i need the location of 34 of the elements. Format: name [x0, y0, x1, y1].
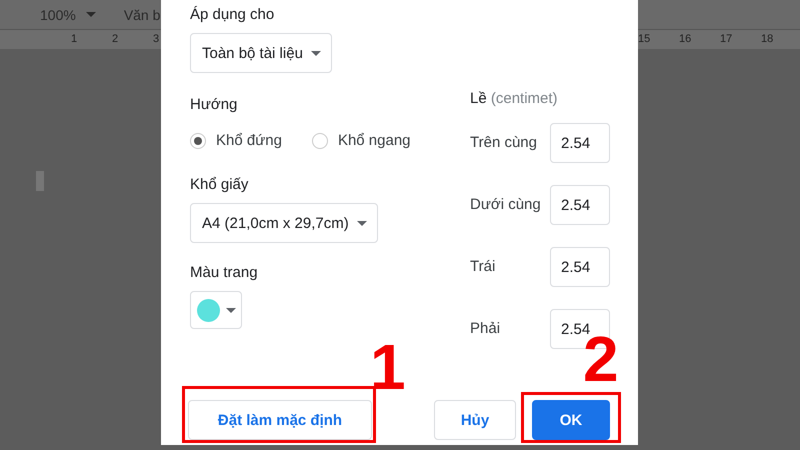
ruler-number: 15 — [638, 33, 650, 45]
radio-button[interactable] — [312, 132, 328, 148]
margin-label: Trái — [470, 258, 496, 276]
ruler-number: 1 — [71, 33, 78, 45]
apply-to-label: Áp dụng cho — [190, 6, 276, 24]
caret-icon — [86, 12, 96, 17]
step-number: 1 — [370, 335, 406, 399]
margin-input[interactable]: 2.54 — [550, 185, 610, 225]
ruler-number: 18 — [761, 33, 774, 45]
ruler-number: 17 — [720, 33, 732, 45]
radio-label: Khổ đứng — [216, 132, 282, 149]
caret-icon — [226, 308, 236, 312]
orientation-label: Hướng — [190, 96, 238, 114]
page-color-label: Màu trang — [190, 264, 259, 282]
radio-button[interactable] — [190, 132, 206, 148]
radio-label: Khổ ngang — [338, 132, 411, 149]
color-picker[interactable] — [190, 291, 242, 329]
caret-icon — [356, 220, 367, 226]
cancel-button[interactable]: Hủy — [434, 400, 516, 440]
paper-size-label: Khổ giấy — [190, 176, 250, 194]
set-default-button[interactable]: Đặt làm mặc định — [188, 400, 372, 440]
apply-to-dropdown[interactable]: Toàn bộ tài liệu — [190, 33, 332, 73]
ruler-number: 2 — [112, 33, 118, 45]
margin-label: Trên cùng — [470, 134, 537, 152]
margin-input[interactable]: 2.54 — [550, 123, 610, 163]
paper-size-dropdown[interactable]: A4 (21,0cm x 29,7cm) — [190, 203, 378, 243]
margin-label: Phải — [470, 320, 500, 338]
cursor-mark — [36, 171, 44, 191]
ruler-number: 16 — [679, 33, 692, 45]
ruler-number: 3 — [153, 33, 160, 45]
margin-input[interactable]: 2.54 — [550, 247, 610, 287]
margin-label: Dưới cùng — [470, 196, 541, 214]
ok-button[interactable]: OK — [532, 400, 610, 440]
margins-label: Lề (centimet) — [470, 90, 559, 108]
